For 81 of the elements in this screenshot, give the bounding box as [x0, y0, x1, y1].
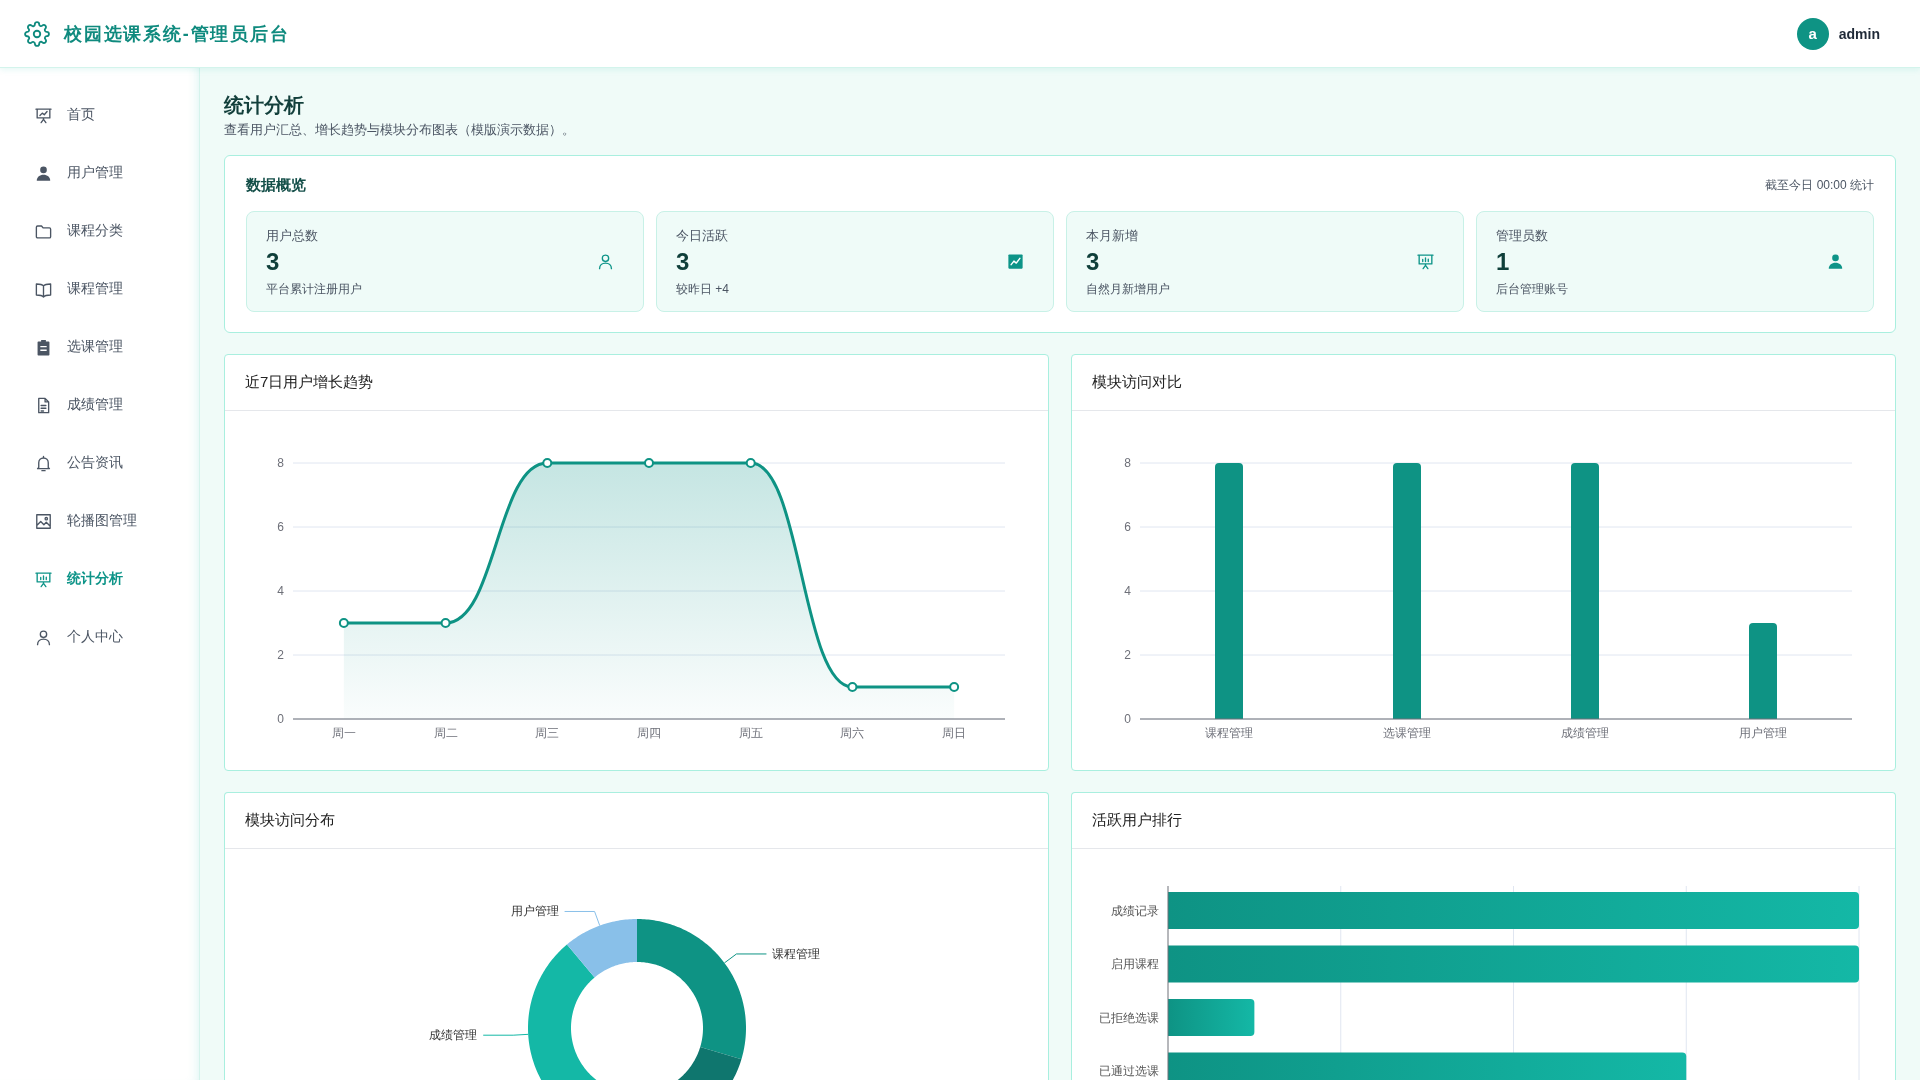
sidebar-item[interactable]: 首页: [0, 86, 199, 144]
stat-value: 3: [1086, 247, 1100, 277]
axis-tick-label: 2: [1124, 648, 1131, 662]
axis-tick-label: 2: [277, 648, 284, 662]
stat-label: 本月新增: [1086, 227, 1138, 244]
slice-label: 用户管理: [510, 904, 559, 919]
stat-label: 用户总数: [266, 227, 318, 244]
person-icon: [1826, 252, 1845, 271]
card-title: 活跃用户排行: [1092, 811, 1182, 830]
sidebar-item[interactable]: 课程分类: [0, 202, 199, 260]
sidebar-item[interactable]: 成绩管理: [0, 376, 199, 434]
slice-label: 课程管理: [772, 946, 821, 961]
stat-label: 今日活跃: [676, 227, 728, 244]
card-title: 近7日用户增长趋势: [245, 373, 374, 392]
category-label: 已拒绝选课: [1099, 1010, 1159, 1025]
category-label: 周四: [637, 726, 661, 740]
axis-tick-label: 0: [1124, 712, 1131, 726]
data-point: [338, 618, 349, 628]
sidebar-item[interactable]: 课程管理: [0, 260, 199, 318]
page-subtitle: 查看用户汇总、增长趋势与模块分布图表（模版演示数据）。: [224, 121, 576, 139]
category-label: 周五: [738, 726, 763, 740]
app-title: 校园选课系统-管理员后台: [64, 22, 290, 46]
sidebar-item[interactable]: 公告资讯: [0, 434, 199, 492]
person-outline-icon: [596, 252, 615, 271]
stat-value: 1: [1496, 247, 1510, 277]
stat-value: 3: [266, 247, 280, 277]
data-point: [440, 618, 451, 628]
person-outline-icon: [34, 627, 53, 647]
data-point: [644, 458, 654, 468]
sidebar-item[interactable]: 选课管理: [0, 318, 199, 376]
category-label: 启用课程: [1111, 957, 1159, 971]
category-label: 周一: [331, 726, 356, 740]
card-title: 模块访问对比: [1092, 373, 1182, 392]
page-title: 统计分析: [224, 93, 305, 118]
data-point: [542, 458, 553, 468]
axis-tick-label: 0: [277, 712, 284, 726]
slice-label: 成绩管理: [429, 1028, 478, 1043]
category-label: 选课管理: [1383, 726, 1431, 740]
axis-tick-label: 4: [1124, 584, 1131, 598]
category-label: 周三: [535, 726, 560, 740]
leader-line: [564, 911, 601, 927]
sidebar-item[interactable]: 统计分析: [0, 550, 199, 608]
updated-note: 截至今日 00:00 统计: [1765, 176, 1874, 194]
stat-caption: 后台管理账号: [1496, 281, 1568, 297]
axis-tick-label: 4: [277, 584, 284, 598]
leader-line: [723, 953, 767, 964]
bar-chart-board-icon: [1416, 252, 1435, 271]
leader-line: [482, 1033, 529, 1036]
sidebar-item[interactable]: 轮播图管理: [0, 492, 199, 550]
stat-caption: 较昨日 +4: [676, 281, 729, 297]
stat-value: 3: [676, 247, 690, 277]
stat-label: 管理员数: [1496, 227, 1548, 244]
user-name[interactable]: admin: [1838, 25, 1880, 42]
axis-tick-label: 6: [1124, 520, 1131, 534]
data-point: [847, 682, 858, 692]
category-label: 课程管理: [1205, 726, 1253, 740]
section-title: 数据概览: [246, 175, 306, 195]
axis-tick-label: 8: [1124, 456, 1131, 470]
line-chart-icon: [1006, 252, 1025, 271]
category-label: 用户管理: [1739, 726, 1787, 740]
category-label: 成绩记录: [1111, 903, 1159, 918]
category-label: 成绩管理: [1561, 726, 1609, 740]
category-label: 周日: [942, 726, 967, 740]
data-point: [745, 458, 756, 468]
user-avatar[interactable]: a: [1796, 17, 1829, 50]
axis-tick-label: 6: [277, 520, 284, 534]
bar-chart-board-icon: [34, 569, 53, 589]
axis-tick-label: 8: [277, 456, 284, 470]
stat-caption: 平台累计注册用户: [266, 281, 362, 297]
stat-caption: 自然月新增用户: [1086, 281, 1170, 297]
bell-icon: [34, 453, 53, 473]
picture-icon: [34, 511, 53, 531]
gear-icon: [24, 20, 50, 47]
sidebar-item[interactable]: 用户管理: [0, 144, 199, 202]
card-title: 模块访问分布: [245, 811, 335, 830]
data-point: [949, 682, 960, 692]
category-label: 已通过选课: [1099, 1064, 1159, 1078]
line-chart-board-icon: [34, 105, 53, 125]
category-label: 周二: [433, 726, 458, 740]
sidebar-item[interactable]: 个人中心: [0, 608, 199, 666]
category-label: 周六: [840, 726, 865, 740]
